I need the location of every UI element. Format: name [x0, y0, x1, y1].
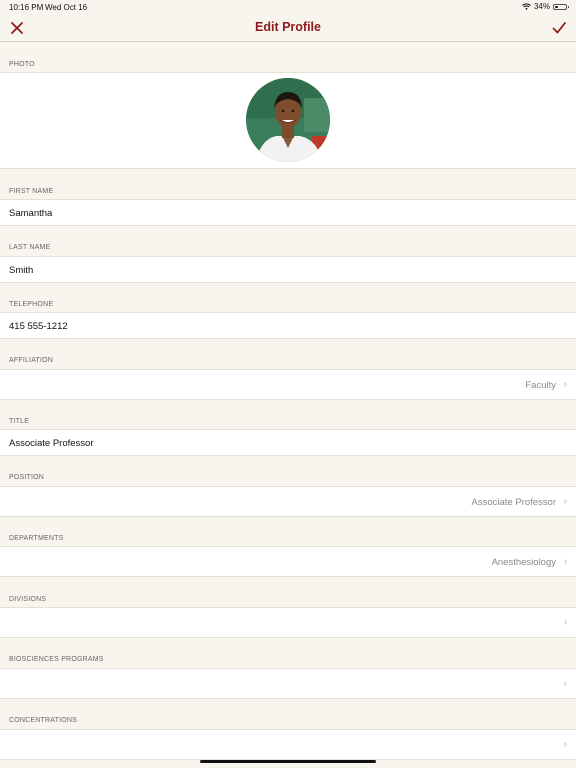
- chevron-right-icon: ›: [563, 739, 567, 750]
- status-indicators: 34%: [522, 2, 569, 11]
- departments-header: DEPARTMENTS: [9, 535, 64, 542]
- position-row[interactable]: Associate Professor ›: [0, 486, 576, 517]
- save-button[interactable]: [550, 19, 568, 37]
- status-bar: 10:16 PM Wed Oct 16 34%: [0, 0, 576, 14]
- first-name-header: FIRST NAME: [9, 188, 54, 195]
- affiliation-row[interactable]: Faculty ›: [0, 369, 576, 400]
- navigation-bar: Edit Profile: [0, 14, 576, 42]
- chevron-right-icon: ›: [563, 678, 567, 689]
- avatar-portrait: [246, 78, 330, 162]
- photo-section-header: PHOTO: [9, 61, 35, 68]
- chevron-right-icon: ›: [563, 556, 567, 567]
- page-title: Edit Profile: [255, 20, 321, 34]
- biosciences-programs-row[interactable]: ›: [0, 668, 576, 699]
- first-name-field[interactable]: Samantha: [9, 208, 52, 219]
- status-time: 10:16 PM: [9, 3, 44, 12]
- last-name-field[interactable]: Smith: [9, 265, 33, 276]
- affiliation-value: Faculty: [525, 380, 556, 391]
- affiliation-header: AFFILIATION: [9, 357, 54, 364]
- concentrations-header: CONCENTRATIONS: [9, 717, 78, 724]
- profile-photo[interactable]: [246, 78, 330, 162]
- telephone-row[interactable]: 415 555-1212: [0, 312, 576, 339]
- divisions-header: DIVISIONS: [9, 596, 47, 603]
- last-name-header: LAST NAME: [9, 244, 51, 251]
- status-date: Wed Oct 16: [45, 3, 88, 12]
- telephone-field[interactable]: 415 555-1212: [9, 321, 68, 332]
- divisions-row[interactable]: ›: [0, 607, 576, 638]
- wifi-icon: [522, 3, 531, 10]
- home-indicator[interactable]: [200, 760, 376, 763]
- concentrations-row[interactable]: ›: [0, 729, 576, 760]
- title-row[interactable]: Associate Professor: [0, 429, 576, 456]
- battery-level: [555, 5, 559, 8]
- departments-row[interactable]: Anesthesiology ›: [0, 546, 576, 577]
- departments-value: Anesthesiology: [491, 557, 556, 568]
- first-name-row[interactable]: Samantha: [0, 199, 576, 226]
- title-header: TITLE: [9, 418, 30, 425]
- battery-icon: [553, 3, 569, 10]
- position-header: POSITION: [9, 474, 45, 481]
- biosciences-programs-header: BIOSCIENCES PROGRAMS: [9, 656, 104, 663]
- title-field[interactable]: Associate Professor: [9, 438, 93, 449]
- battery-nub: [568, 5, 569, 8]
- last-name-row[interactable]: Smith: [0, 256, 576, 283]
- position-value: Associate Professor: [471, 497, 556, 508]
- telephone-header: TELEPHONE: [9, 301, 54, 308]
- chevron-right-icon: ›: [563, 379, 567, 390]
- chevron-right-icon: ›: [563, 496, 567, 507]
- chevron-right-icon: ›: [563, 617, 567, 628]
- checkmark-icon: [552, 22, 566, 34]
- battery-percent: 34%: [533, 2, 550, 11]
